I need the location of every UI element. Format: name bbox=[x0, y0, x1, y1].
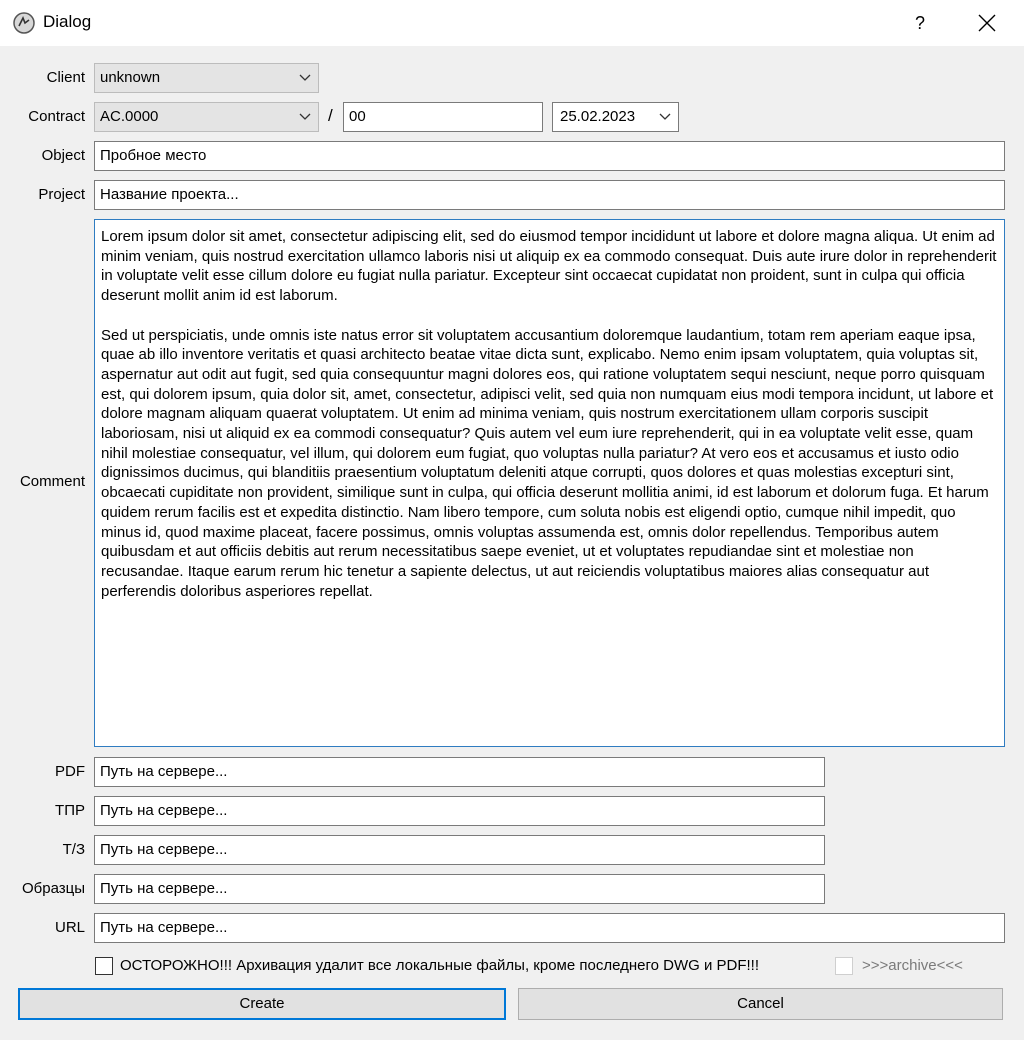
contract-number-input[interactable]: 00 bbox=[343, 102, 543, 132]
help-button[interactable]: ? bbox=[900, 6, 940, 40]
app-icon bbox=[12, 11, 36, 35]
contract-date-picker[interactable]: 25.02.2023 bbox=[552, 102, 679, 132]
samples-label: Образцы bbox=[21, 880, 85, 897]
project-input[interactable]: Название проекта... bbox=[94, 180, 1005, 210]
client-label: Client bbox=[46, 69, 85, 86]
archive-checkbox[interactable] bbox=[835, 957, 853, 975]
comment-textarea[interactable]: Lorem ipsum dolor sit amet, consectetur … bbox=[94, 219, 1005, 747]
object-label: Object bbox=[41, 147, 85, 164]
title-bar: Dialog ? bbox=[0, 0, 1024, 46]
tz-label: Т/З bbox=[62, 841, 85, 858]
archive-warning-text: ОСТОРОЖНО!!! Архивация удалит все локаль… bbox=[120, 957, 760, 974]
contract-date-value: 25.02.2023 bbox=[560, 108, 636, 125]
cancel-button[interactable]: Cancel bbox=[518, 988, 1003, 1020]
archive-warning-checkbox[interactable] bbox=[95, 957, 113, 975]
client-combo[interactable]: unknown bbox=[94, 63, 319, 93]
tpr-label: ТПР bbox=[55, 802, 85, 819]
pdf-label: PDF bbox=[55, 763, 85, 780]
chevron-down-icon bbox=[299, 74, 311, 81]
contract-code-value: AC.0000 bbox=[100, 108, 159, 125]
contract-label: Contract bbox=[28, 108, 85, 125]
close-icon bbox=[978, 14, 996, 32]
window-title: Dialog bbox=[43, 12, 92, 31]
tpr-path-input[interactable]: Путь на сервере... bbox=[94, 796, 825, 826]
project-label: Project bbox=[38, 186, 85, 203]
url-label: URL bbox=[54, 919, 85, 936]
close-button[interactable] bbox=[964, 6, 1010, 40]
archive-label: >>>archive<<< bbox=[862, 957, 963, 974]
create-button[interactable]: Create bbox=[18, 988, 506, 1020]
tz-path-input[interactable]: Путь на сервере... bbox=[94, 835, 825, 865]
comment-label: Comment bbox=[19, 473, 85, 490]
contract-code-combo[interactable]: AC.0000 bbox=[94, 102, 319, 132]
client-value: unknown bbox=[100, 69, 161, 86]
chevron-down-icon bbox=[659, 113, 671, 120]
samples-path-input[interactable]: Путь на сервере... bbox=[94, 874, 825, 904]
url-input[interactable]: Путь на сервере... bbox=[94, 913, 1005, 943]
pdf-path-input[interactable]: Путь на сервере... bbox=[94, 757, 825, 787]
chevron-down-icon bbox=[299, 113, 311, 120]
contract-separator: / bbox=[328, 106, 333, 125]
object-input[interactable]: Пробное место bbox=[94, 141, 1005, 171]
